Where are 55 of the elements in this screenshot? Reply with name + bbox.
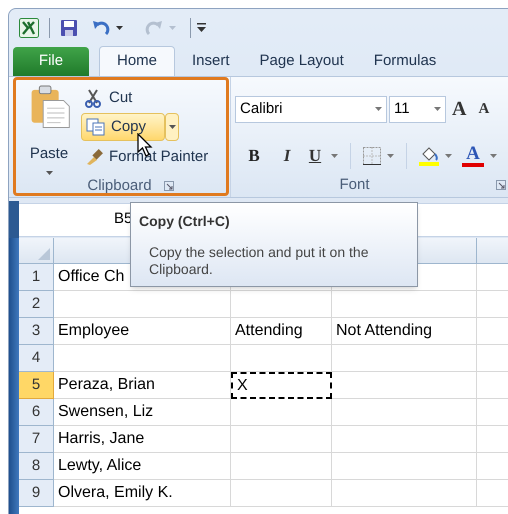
table-cell: Attending [231, 318, 332, 345]
underline-button[interactable]: U [305, 142, 325, 168]
shrink-font-button[interactable]: A [478, 98, 490, 120]
save-icon[interactable] [60, 18, 78, 36]
paste-button[interactable]: Paste [21, 85, 77, 175]
tooltip-title: Copy (Ctrl+C) [139, 212, 231, 231]
row-header[interactable]: 5 [19, 372, 54, 399]
table-cell: Employee [54, 318, 231, 345]
format-painter-button[interactable]: Format Painter [81, 143, 212, 171]
row-header[interactable]: 1 [19, 264, 54, 291]
bold-button[interactable]: B [243, 142, 265, 168]
font-size-field[interactable]: 11 [389, 96, 446, 122]
row-header[interactable]: 4 [19, 345, 54, 372]
cut-button[interactable]: Cut [81, 85, 212, 111]
table-cell: Swensen, Liz [54, 399, 231, 426]
ribbon-tab[interactable]: File [13, 47, 89, 76]
ribbon-tab[interactable]: Page Layout [244, 47, 359, 76]
customize-menu-icon[interactable] [197, 23, 206, 32]
caret-icon[interactable] [116, 26, 123, 30]
brush-icon[interactable] [85, 147, 103, 167]
table-cell: Lewty, Alice [54, 453, 231, 480]
scissors-icon[interactable] [85, 88, 101, 108]
ribbon-tab[interactable]: Insert [177, 47, 245, 76]
row-header[interactable]: 7 [19, 426, 54, 453]
dialog-launcher-icon[interactable] [496, 180, 506, 190]
table-cell: X [231, 372, 332, 399]
undo-icon[interactable] [92, 18, 110, 36]
italic-button[interactable]: I [277, 142, 297, 168]
font-size-value: 11 [394, 98, 410, 119]
grow-font-button[interactable]: A [452, 94, 466, 124]
copy-icon[interactable] [86, 118, 105, 136]
ribbon-tab[interactable]: Formulas [358, 47, 452, 76]
copy-button[interactable]: Copy [81, 113, 165, 141]
font-name-field[interactable]: Calibri [235, 96, 387, 122]
table-cell: Not Attending [332, 318, 477, 345]
copy-dropdown-button[interactable] [165, 113, 179, 141]
row-header[interactable]: 2 [19, 291, 54, 318]
dialog-launcher-icon[interactable] [164, 181, 174, 191]
caret-icon[interactable] [168, 125, 176, 129]
group-label: Font [339, 174, 370, 195]
spreadsheet-app-icon [19, 18, 39, 38]
table-cell: Harris, Jane [54, 426, 231, 453]
row-header[interactable]: 6 [19, 399, 54, 426]
group-label: Clipboard [87, 176, 152, 196]
row-header[interactable]: 8 [19, 453, 54, 480]
row-header[interactable]: 9 [19, 480, 54, 507]
fill-color-icon[interactable] [419, 146, 439, 166]
row-header[interactable]: 3 [19, 318, 54, 345]
caret-icon[interactable] [46, 171, 52, 175]
font-name-value: Calibri [240, 98, 283, 119]
font-color-button[interactable]: A [462, 144, 484, 166]
table-cell: Peraza, Brian [54, 372, 231, 399]
ribbon-tab[interactable]: Home [99, 46, 176, 76]
table-cell: Olvera, Emily K. [54, 480, 231, 507]
borders-icon[interactable] [363, 146, 381, 164]
